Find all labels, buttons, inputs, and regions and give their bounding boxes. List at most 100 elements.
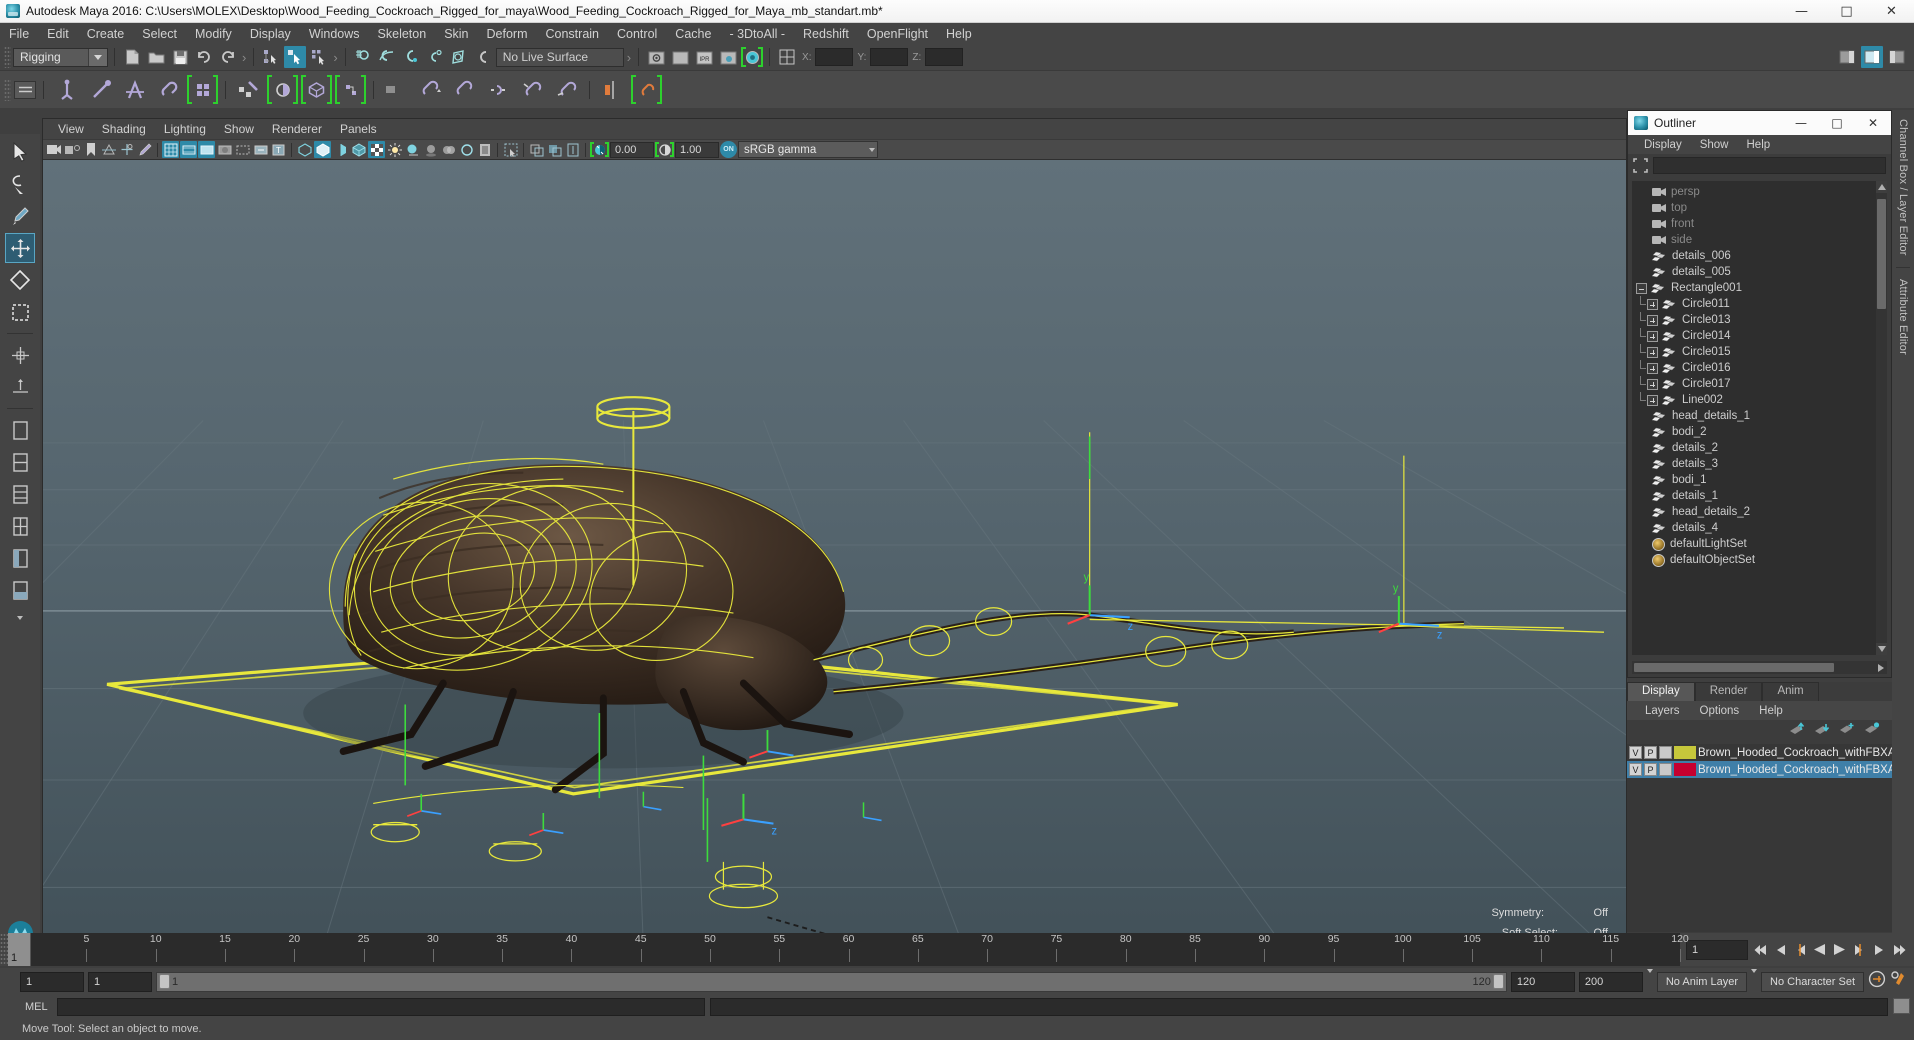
range-start-handle[interactable] (159, 974, 170, 989)
animation-end-time-field[interactable]: 200 (1578, 971, 1643, 992)
use-all-lights-icon[interactable] (386, 141, 403, 158)
menu-item-constrain[interactable]: Constrain (537, 25, 609, 43)
coord-x-input[interactable] (815, 48, 854, 66)
playback-start-time-field[interactable]: 1 (88, 971, 152, 992)
sidebar-toggle-c-icon[interactable] (1886, 46, 1908, 68)
outliner-item-line002[interactable]: Line002 (1632, 391, 1887, 408)
display-resolution-gate-icon[interactable] (198, 141, 215, 158)
outliner-item-bodi_1[interactable]: bodi_1 (1632, 472, 1887, 488)
expand-icon[interactable] (1647, 362, 1658, 374)
two-d-pan-zoom-icon[interactable] (118, 141, 135, 158)
outliner-item-circle015[interactable]: Circle015 (1632, 343, 1887, 360)
toolbar-grip[interactable] (4, 46, 11, 68)
next-key-icon[interactable] (1851, 940, 1868, 960)
viewport-menu-lighting[interactable]: Lighting (155, 121, 215, 137)
display-film-gate-icon[interactable] (180, 141, 197, 158)
screen-space-ao-icon[interactable] (422, 141, 439, 158)
soft-modification-tool[interactable] (5, 372, 35, 402)
shelf-grip[interactable] (4, 78, 11, 101)
script-language-label[interactable]: MEL (21, 1001, 52, 1013)
menu-item-control[interactable]: Control (608, 25, 666, 43)
layer-menu-layers[interactable]: Layers (1635, 705, 1690, 717)
select-component-icon[interactable] (308, 46, 330, 68)
color-profile-dropdown[interactable]: sRGB gamma (738, 141, 878, 158)
sidebar-toggle-b-icon[interactable] (1861, 46, 1883, 68)
mirror-skin-weights-icon[interactable] (631, 74, 662, 105)
layer-visibility-toggle[interactable]: V (1629, 763, 1642, 776)
outliner-horizontal-scrollbar[interactable] (1632, 661, 1887, 674)
menu-item-create[interactable]: Create (78, 25, 134, 43)
current-time-indicator[interactable]: 1 (8, 933, 30, 966)
depth-of-field-icon[interactable] (476, 141, 493, 158)
outliner-maximize-icon[interactable]: □ (1819, 111, 1855, 135)
render-view-icon[interactable] (741, 46, 764, 68)
coord-z-input[interactable] (925, 48, 964, 66)
chevron-down-icon-gamma[interactable] (869, 142, 875, 157)
layer-color-swatch[interactable] (1674, 746, 1696, 759)
toolbox-more-icon[interactable] (7, 607, 33, 629)
layer-playback-toggle[interactable]: P (1644, 763, 1657, 776)
current-frame-field[interactable]: 1 (1686, 939, 1748, 960)
smooth-shade-all-icon[interactable] (314, 141, 331, 158)
chevron-down-icon[interactable] (88, 48, 107, 66)
viewport-menu-show[interactable]: Show (215, 121, 263, 137)
outliner-item-circle017[interactable]: Circle017 (1632, 375, 1887, 392)
layer-visibility-toggle[interactable]: V (1629, 746, 1642, 759)
animation-start-time-field[interactable]: 1 (20, 971, 84, 992)
layer-playback-toggle[interactable]: P (1644, 746, 1657, 759)
hscroll-right-icon[interactable] (1878, 659, 1884, 677)
range-end-handle[interactable] (1492, 974, 1504, 989)
menu-item-file[interactable]: File (0, 25, 38, 43)
snap-to-point-icon[interactable] (400, 46, 422, 68)
lattice-deformer-icon[interactable] (301, 74, 332, 105)
step-back-icon[interactable] (1771, 940, 1788, 960)
outliner-item-rectangle001[interactable]: Rectangle001 (1632, 280, 1887, 296)
layout-two-pane[interactable] (5, 447, 35, 477)
display-safe-action-icon[interactable] (234, 141, 251, 158)
exposure-value[interactable]: 0.00 (610, 141, 654, 158)
outliner-hscroll-thumb[interactable] (1634, 663, 1834, 672)
outliner-item-details_006[interactable]: details_006 (1632, 248, 1887, 264)
xray-joints-icon[interactable] (546, 141, 563, 158)
outliner-item-bodi_2[interactable]: bodi_2 (1632, 424, 1887, 440)
ipr-render-icon[interactable]: IPR (693, 46, 715, 68)
smooth-bind-icon[interactable] (267, 74, 298, 105)
display-layer-list[interactable]: VP Brown_Hooded_Cockroach_withFBXASC03 VP B… (1627, 744, 1892, 932)
toolbar-collapse-arrow[interactable]: › (241, 50, 247, 65)
menu-item-select[interactable]: Select (133, 25, 186, 43)
menu-item-help[interactable]: Help (937, 25, 981, 43)
menu-item-deform[interactable]: Deform (478, 25, 537, 43)
wireframe-on-shaded-icon[interactable] (350, 141, 367, 158)
display-layer-row[interactable]: VP Brown_Hooded_Cockroach_withFBXASC03 (1627, 744, 1892, 761)
close-icon[interactable]: ✕ (1869, 0, 1914, 23)
snap-to-grid-icon[interactable] (352, 46, 374, 68)
layer-display-type-toggle[interactable] (1659, 746, 1672, 759)
outliner-item-details_4[interactable]: details_4 (1632, 520, 1887, 536)
universal-manipulator-tool[interactable] (5, 340, 35, 370)
grease-pencil-icon[interactable] (136, 141, 153, 158)
viewport-menu-renderer[interactable]: Renderer (263, 121, 331, 137)
redo-render-icon[interactable] (669, 46, 691, 68)
expand-icon[interactable] (1647, 314, 1658, 326)
cluster-deformer-icon[interactable] (335, 74, 366, 105)
move-layer-down-icon[interactable] (1814, 722, 1830, 740)
selection-frame-icon[interactable] (1633, 158, 1648, 173)
auto-key-icon[interactable] (1868, 970, 1886, 993)
shelf-options-icon[interactable] (14, 80, 36, 99)
expand-icon[interactable] (1647, 346, 1658, 358)
display-text-overlay-icon[interactable]: T (270, 141, 287, 158)
layout-hypergraph[interactable] (5, 575, 35, 605)
toolbar-collapse-arrow-2[interactable]: › (332, 50, 338, 65)
make-live-icon[interactable] (472, 46, 494, 68)
constraint-icon[interactable] (153, 74, 184, 105)
viewport-menu-panels[interactable]: Panels (331, 121, 386, 137)
previous-key-icon[interactable] (1791, 940, 1808, 960)
image-plane-icon[interactable] (100, 141, 117, 158)
new-layer-from-selected-icon[interactable] (1864, 721, 1880, 740)
outliner-item-defaultlightset[interactable]: defaultLightSet (1632, 536, 1887, 552)
go-to-end-icon[interactable] (1891, 940, 1908, 960)
shadows-icon[interactable] (404, 141, 421, 158)
live-surface-field[interactable]: No Live Surface (495, 47, 624, 67)
range-slider-bar[interactable]: 1 120 (156, 971, 1507, 992)
animation-preferences-icon[interactable] (1890, 970, 1908, 993)
